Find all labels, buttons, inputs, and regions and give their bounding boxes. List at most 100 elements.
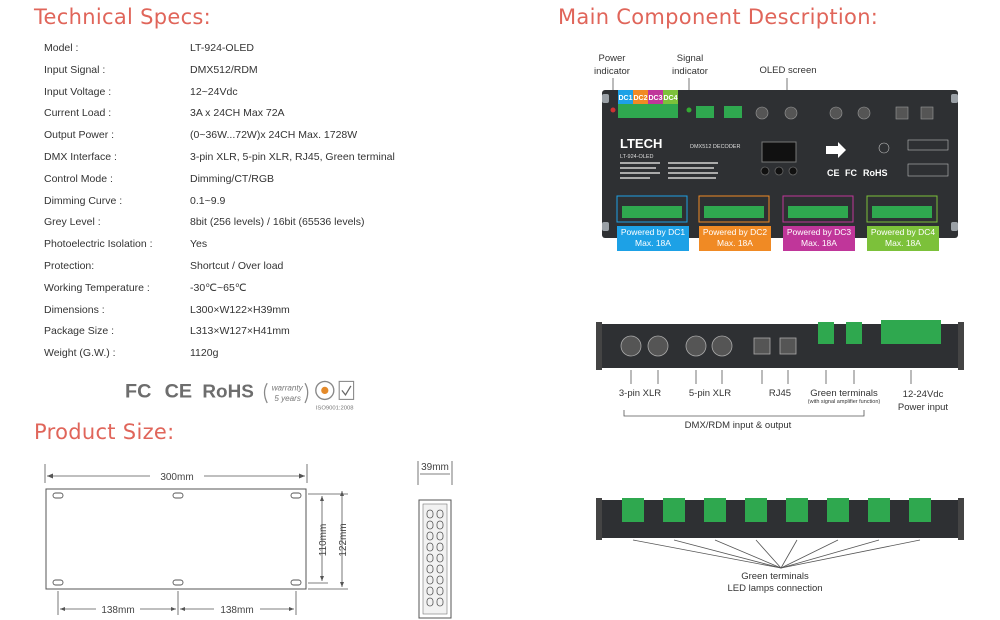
- spec-label: DMX Interface :: [44, 151, 117, 163]
- spec-label: Working Temperature :: [44, 281, 150, 294]
- spec-label: Photoelectric Isolation :: [44, 238, 153, 251]
- product-size-drawing: 300mm 138mm 138mm 110mm 122mm 39mm: [44, 461, 453, 619]
- dc-tab-2: DC2: [633, 95, 647, 102]
- top-view-outline: [45, 488, 307, 590]
- xlr5-label: 5-pin XLR: [688, 388, 732, 399]
- spec-value: Dimming/CT/RGB: [190, 172, 275, 185]
- powered-by-line2: Max. 18A: [801, 238, 837, 248]
- spec-value: L313×W127×H41mm: [190, 325, 290, 338]
- signal-indicator-label-line1: Signal: [676, 53, 704, 64]
- certification-logos: FC CE RoHS warranty 5 years ISO9001:2008: [125, 380, 355, 411]
- powered-by-line1: Powered by DC2: [702, 227, 768, 237]
- rj45-port-1: [753, 337, 771, 355]
- spec-value: DMX512/RDM: [190, 63, 258, 76]
- powered-by-line2: Max. 18A: [717, 238, 753, 248]
- device-output-view: [596, 498, 964, 569]
- spec-value: 12~24Vdc: [190, 85, 238, 98]
- spec-label: Protection:: [44, 260, 95, 272]
- spec-label: Weight (G.W.) :: [44, 347, 116, 360]
- spec-label: Output Power :: [44, 129, 115, 142]
- iso-badge: ISO9001:2008: [315, 380, 355, 411]
- led-output-label-line2: LED lamps connection: [727, 583, 823, 594]
- power-input-label-line1: 12-24Vdc: [902, 389, 944, 400]
- svg-text:RoHS: RoHS: [202, 382, 253, 403]
- inner-height-label: 110mm: [318, 524, 329, 557]
- green-terminals-label-text: Green terminals: [810, 388, 878, 399]
- powered-by-line1: Powered by DC4: [870, 227, 936, 237]
- depth-label: 39mm: [421, 462, 449, 473]
- spec-label: Dimensions :: [44, 303, 105, 316]
- output-terminal: [909, 498, 931, 522]
- spec-label: Current Load :: [44, 107, 112, 120]
- signal-green-terminal-1: [818, 322, 834, 344]
- svg-text:warranty: warranty: [272, 383, 304, 392]
- oled-screen-label: OLED screen: [759, 65, 817, 76]
- signal-indicator-label: Signal indicator: [662, 52, 718, 78]
- spec-label: Model :: [44, 42, 79, 54]
- powered-by-dc1: Powered by DC1 Max. 18A: [617, 226, 689, 251]
- powered-by-dc2: Powered by DC2 Max. 18A: [699, 226, 771, 251]
- dmx-rdm-label: DMX/RDM input & output: [684, 420, 792, 431]
- power-indicator-label: Power indicator: [584, 52, 640, 78]
- signal-green-terminal-2: [846, 322, 862, 344]
- svg-text:5 years: 5 years: [274, 394, 301, 403]
- rohs-logo: RoHS: [202, 382, 253, 403]
- power-input-terminal: [881, 320, 941, 344]
- xlr3-label: 3-pin XLR: [618, 388, 662, 399]
- power-input-label: 12-24Vdc Power input: [888, 388, 958, 414]
- outer-height-label: 122mm: [338, 523, 349, 556]
- dc-tab-3: DC3: [648, 95, 662, 102]
- xlr5-connector-2: [711, 335, 733, 357]
- svg-text:ISO9001:2008: ISO9001:2008: [316, 405, 354, 411]
- dc-tab-1: DC1: [618, 95, 632, 102]
- output-terminal: [745, 498, 767, 522]
- product-size-title: Product Size:: [34, 420, 175, 444]
- led-output-label: Green terminals LED lamps connection: [700, 571, 850, 595]
- powered-by-line1: Powered by DC1: [620, 227, 686, 237]
- device-model: LT-924-OLED: [620, 154, 654, 160]
- technical-specs-title: Technical Specs:: [34, 5, 212, 29]
- spec-value: 1120g: [190, 347, 219, 360]
- oled-screen: [761, 141, 797, 163]
- svg-text:CE: CE: [165, 381, 192, 403]
- device-brand: LTECH: [620, 136, 662, 151]
- spec-label: Control Mode :: [44, 172, 113, 185]
- spec-label: Input Voltage :: [44, 85, 112, 98]
- device-name: DMX512 DECODER: [690, 144, 740, 150]
- powered-by-dc4: Powered by DC4 Max. 18A: [867, 226, 939, 251]
- spec-value: 3A x 24CH Max 72A: [190, 107, 285, 120]
- spec-value: 3-pin XLR, 5-pin XLR, RJ45, Green termin…: [190, 151, 395, 163]
- ce-logo: CE: [165, 381, 192, 403]
- spec-label: Package Size :: [44, 325, 115, 338]
- spec-value: 0.1~9.9: [190, 194, 226, 207]
- signal-indicator-label-line2: indicator: [672, 66, 708, 77]
- power-indicator-label-line2: indicator: [594, 66, 630, 77]
- xlr3-connector-2: [647, 335, 669, 357]
- green-terminals-sublabel: (with signal amplifier function): [807, 399, 881, 405]
- fc-logo: FC: [125, 381, 151, 403]
- end-view: 39mm: [417, 461, 453, 619]
- output-terminal: [786, 498, 808, 522]
- spec-value: LT-924-OLED: [190, 42, 254, 54]
- device-fc-mark: FC: [845, 168, 857, 178]
- spec-label: Dimming Curve :: [44, 194, 123, 207]
- length-label: 300mm: [160, 472, 193, 483]
- spec-value: 8bit (256 levels) / 16bit (65536 levels): [190, 216, 365, 229]
- led-output-label-line1: Green terminals: [741, 571, 809, 582]
- spec-label: Grey Level :: [44, 216, 101, 229]
- powered-by-line2: Max. 18A: [885, 238, 921, 248]
- powered-by-dc3: Powered by DC3 Max. 18A: [783, 226, 855, 251]
- warranty-badge: warranty 5 years: [263, 382, 309, 404]
- spec-value: Shortcut / Over load: [190, 260, 284, 272]
- green-terminals-label: Green terminals (with signal amplifier f…: [794, 388, 894, 405]
- rj45-port-2: [779, 337, 797, 355]
- output-terminal: [622, 498, 644, 522]
- power-indicator-label-line1: Power: [598, 53, 626, 64]
- signal-indicator-led: [686, 107, 692, 113]
- svg-text:FC: FC: [125, 381, 151, 403]
- xlr5-connector-1: [685, 335, 707, 357]
- xlr3-connector-1: [620, 335, 642, 357]
- output-terminal: [663, 498, 685, 522]
- device-rohs-mark: RoHS: [863, 168, 888, 178]
- spec-value: (0~36W...72W)x 24CH Max. 1728W: [190, 129, 358, 142]
